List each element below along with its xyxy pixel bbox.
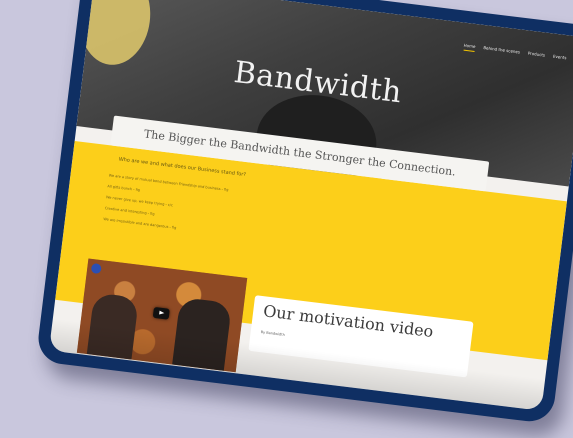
play-icon[interactable] (152, 306, 170, 320)
nav-home[interactable]: Home (463, 42, 476, 53)
website-screen: Bandwidth Home Behind the scenes Product… (48, 0, 573, 411)
top-navigation: Home Behind the scenes Products Events (463, 42, 567, 64)
nav-behind-the-scenes[interactable]: Behind the scenes (483, 45, 520, 57)
intro-lines: We are a story of mutual bond between Fr… (103, 170, 229, 239)
post-meta: By Bandwidth (260, 330, 286, 337)
tablet-frame: Bandwidth Home Behind the scenes Product… (35, 0, 573, 425)
nav-events[interactable]: Events (552, 54, 567, 64)
stage: Bandwidth Home Behind the scenes Product… (0, 0, 573, 438)
hero-accent-shape (74, 0, 156, 69)
nav-products[interactable]: Products (527, 51, 546, 61)
